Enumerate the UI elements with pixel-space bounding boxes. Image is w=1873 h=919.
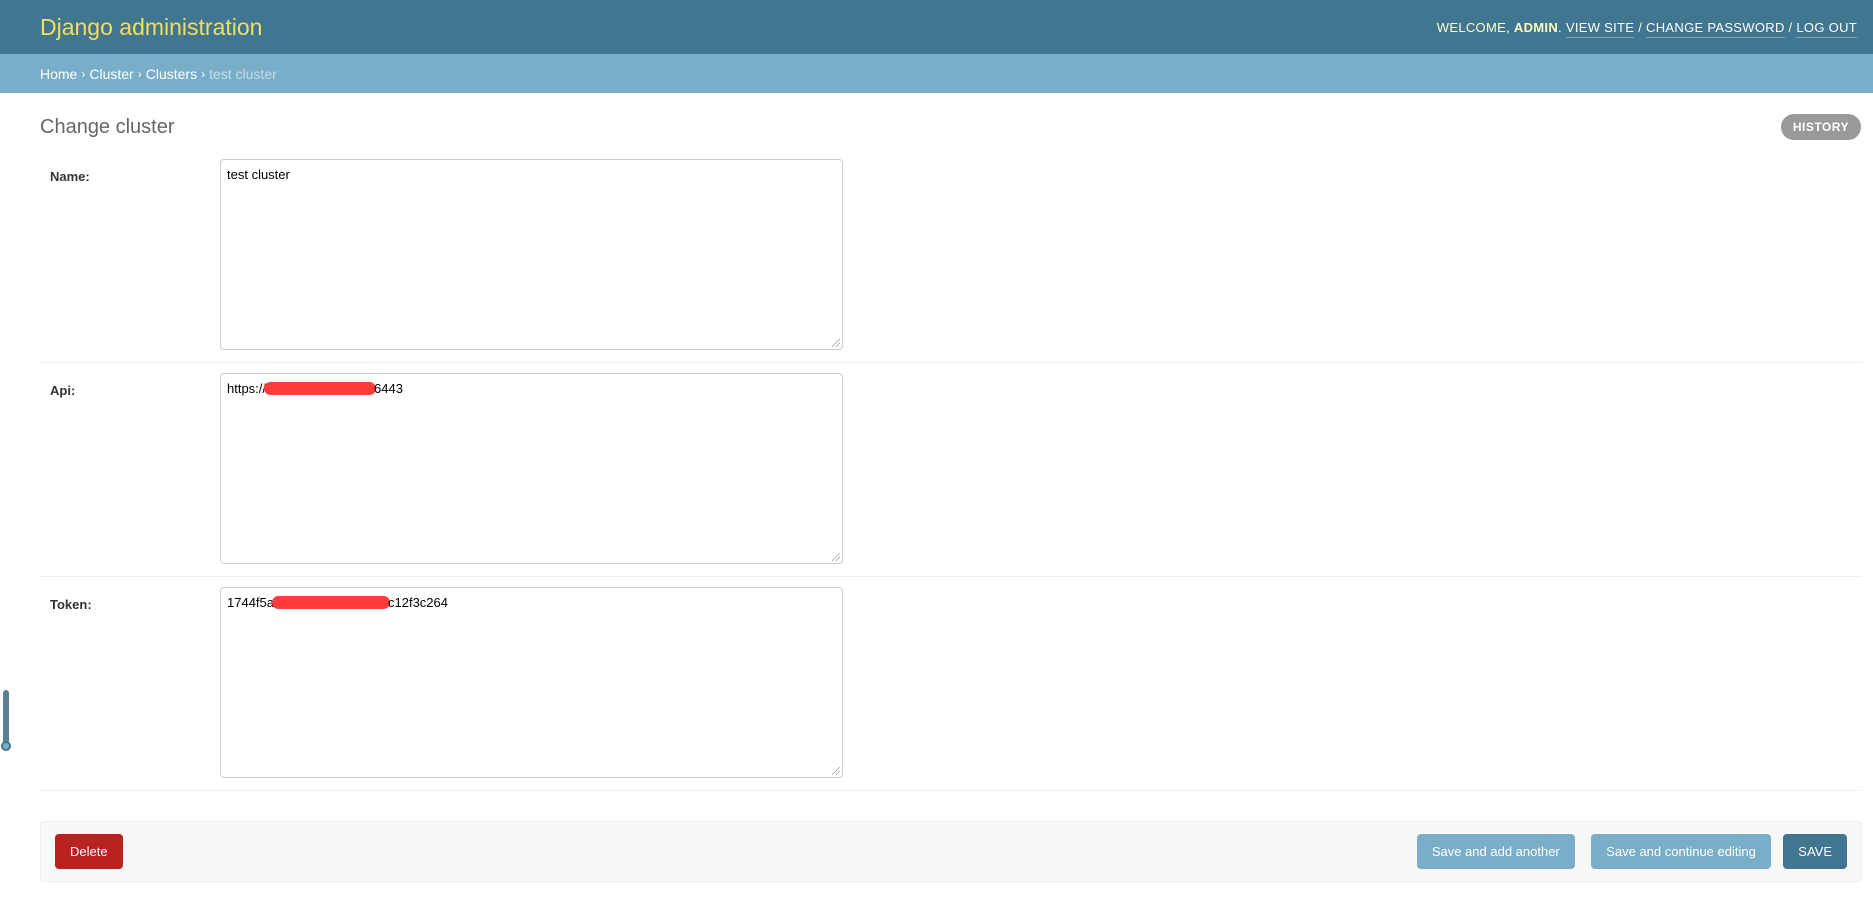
resize-handle-icon[interactable] bbox=[832, 339, 840, 347]
breadcrumb-current: test cluster bbox=[209, 65, 277, 82]
name-value: test cluster bbox=[227, 167, 290, 182]
token-textarea[interactable]: 1744f5a c12f3c264 bbox=[220, 587, 843, 778]
name-label: Name: bbox=[50, 169, 90, 184]
user-tools: Welcome, admin. View site / Change passw… bbox=[1436, 19, 1857, 38]
token-value-suffix: c12f3c264 bbox=[388, 595, 448, 610]
name-textarea[interactable]: test cluster bbox=[220, 159, 843, 350]
history-button[interactable]: HISTORY bbox=[1780, 114, 1861, 140]
submit-row: Delete Save and add another Save and con… bbox=[40, 821, 1862, 882]
welcome-text: Welcome, bbox=[1436, 19, 1510, 35]
site-branding[interactable]: Django administration bbox=[40, 14, 262, 41]
save-and-add-another-button[interactable]: Save and add another bbox=[1416, 834, 1575, 869]
form-row-name: Name: test cluster bbox=[40, 149, 1862, 363]
breadcrumb-separator: › bbox=[137, 66, 142, 81]
log-out-link[interactable]: Log out bbox=[1796, 19, 1857, 38]
api-label: Api: bbox=[50, 383, 76, 398]
change-password-link[interactable]: Change password bbox=[1646, 19, 1785, 38]
breadcrumb-separator: › bbox=[201, 66, 206, 81]
resize-handle-icon[interactable] bbox=[832, 553, 840, 561]
api-value-prefix: https:// bbox=[227, 381, 267, 396]
breadcrumb-home[interactable]: Home bbox=[40, 66, 77, 82]
save-and-continue-button[interactable]: Save and continue editing bbox=[1591, 834, 1771, 869]
breadcrumb-separator: › bbox=[81, 66, 86, 81]
username: admin bbox=[1513, 19, 1559, 35]
view-site-link[interactable]: View site bbox=[1565, 19, 1635, 38]
token-label: Token: bbox=[50, 597, 92, 612]
redaction-mark bbox=[272, 596, 390, 609]
content: Change cluster HISTORY Name: test cluste… bbox=[0, 107, 1873, 882]
api-textarea[interactable]: https:// 6443 bbox=[220, 373, 843, 564]
breadcrumb: Home › Cluster › Clusters › test cluster bbox=[0, 54, 1873, 93]
breadcrumb-app[interactable]: Cluster bbox=[89, 66, 133, 82]
resize-handle-icon[interactable] bbox=[832, 767, 840, 775]
api-value-suffix: 6443 bbox=[374, 381, 403, 396]
token-value-prefix: 1744f5a bbox=[227, 595, 274, 610]
breadcrumb-model[interactable]: Clusters bbox=[146, 66, 197, 82]
delete-button[interactable]: Delete bbox=[55, 834, 123, 869]
page-title: Change cluster bbox=[40, 115, 175, 138]
header: Django administration Welcome, admin. Vi… bbox=[0, 0, 1873, 54]
redaction-mark bbox=[264, 382, 377, 395]
scroll-handle[interactable] bbox=[1, 690, 11, 751]
save-button[interactable]: Save bbox=[1783, 834, 1847, 869]
form-row-token: Token: 1744f5a c12f3c264 bbox=[40, 577, 1862, 791]
form-row-api: Api: https:// 6443 bbox=[40, 363, 1862, 577]
